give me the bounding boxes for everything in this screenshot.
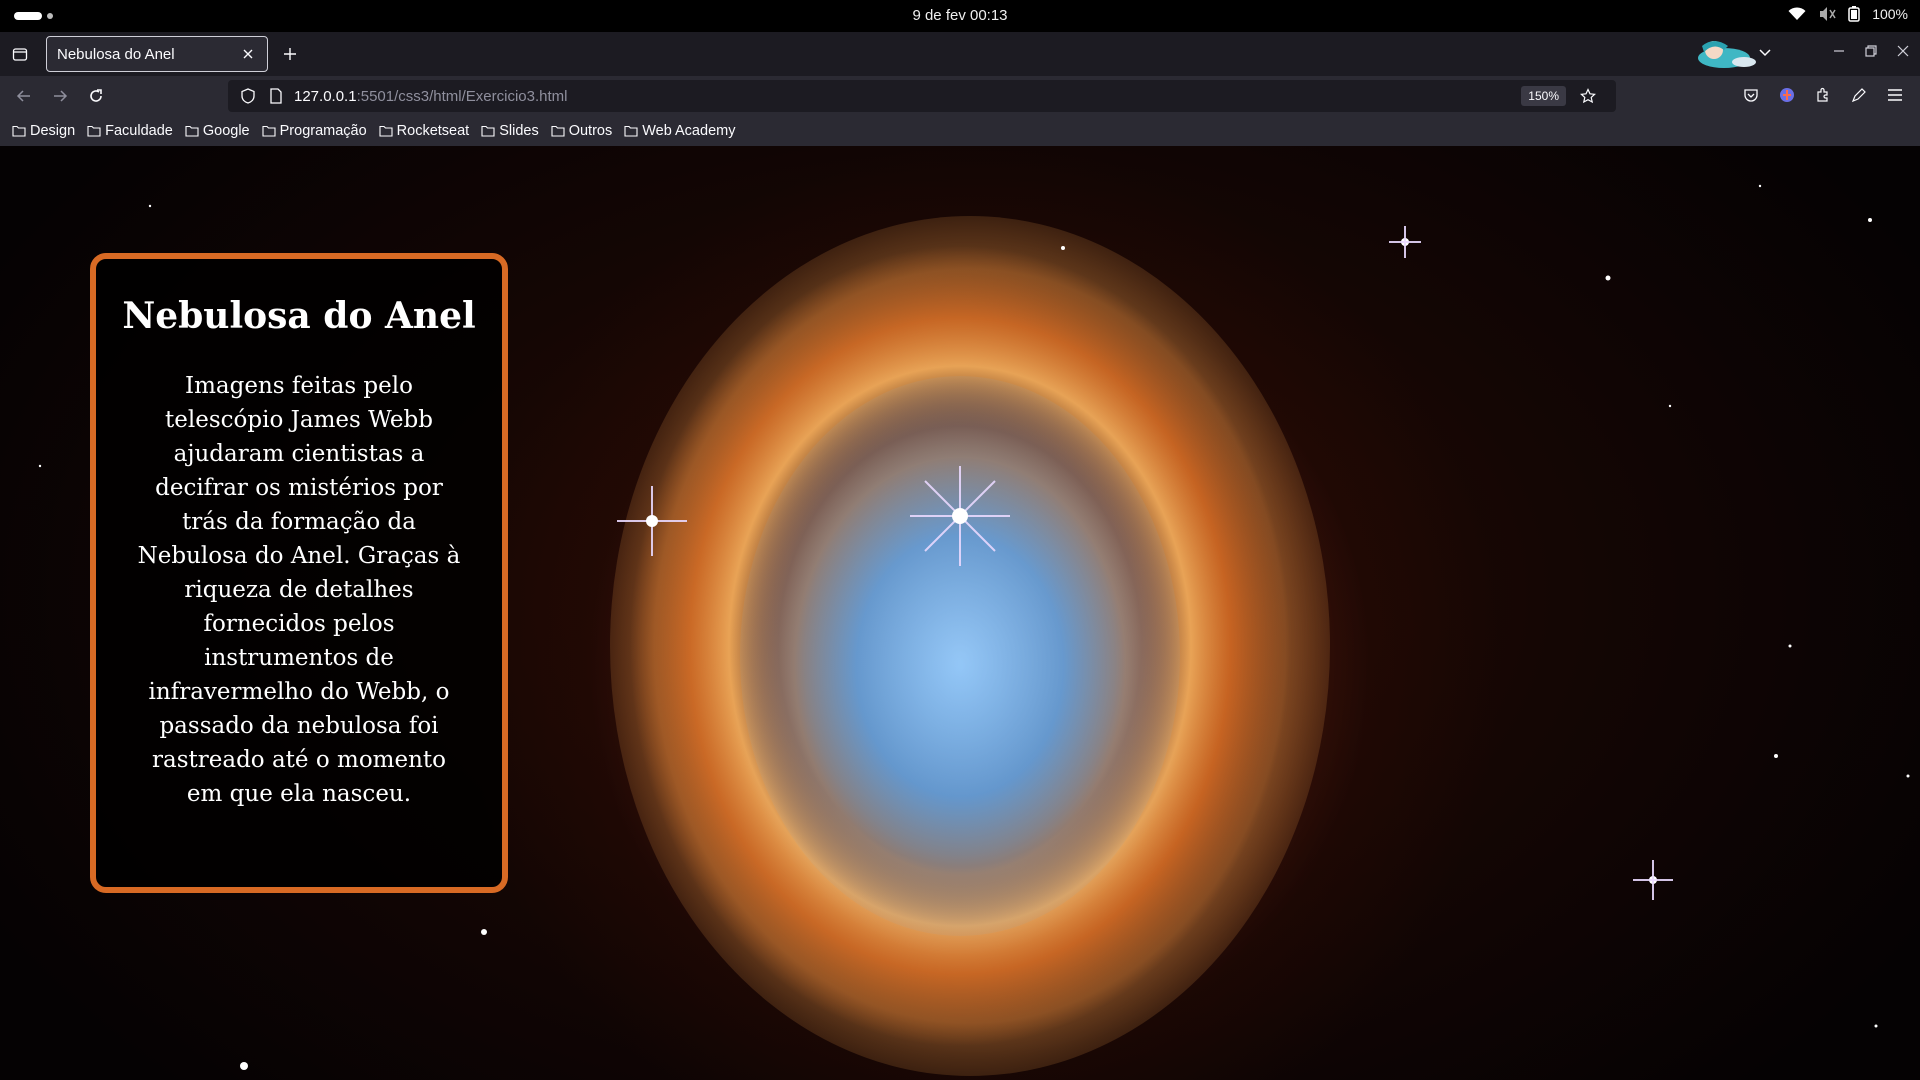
system-top-bar: 9 de fev 00:13 100% bbox=[0, 0, 1920, 32]
url-path: :5501/css3/html/Exercicio3.html bbox=[356, 87, 568, 105]
url-bar[interactable]: 127.0.0.1:5501/css3/html/Exercicio3.html… bbox=[228, 80, 1616, 112]
tab-active[interactable]: Nebulosa do Anel bbox=[46, 36, 268, 72]
card-description: Imagens feitas pelo telescópio James Web… bbox=[137, 373, 461, 807]
shield-icon[interactable] bbox=[238, 86, 258, 106]
folder-icon bbox=[262, 125, 276, 137]
card-title: Nebulosa do Anel bbox=[122, 295, 476, 337]
puzzle-icon[interactable] bbox=[1812, 84, 1834, 106]
page-viewport: Nebulosa do Anel Imagens feitas pelo tel… bbox=[0, 146, 1920, 1080]
bookmark-folder-design[interactable]: Design bbox=[12, 123, 75, 139]
browser-tab-bar: Nebulosa do Anel bbox=[0, 32, 1920, 76]
minimize-icon[interactable] bbox=[1832, 44, 1846, 58]
folder-icon bbox=[551, 125, 565, 137]
back-icon[interactable] bbox=[12, 84, 36, 108]
close-window-icon[interactable] bbox=[1896, 44, 1910, 58]
toolbar-right bbox=[1740, 84, 1906, 106]
folder-icon bbox=[481, 125, 495, 137]
bookmark-folder-slides[interactable]: Slides bbox=[481, 123, 539, 139]
bookmark-folder-programacao[interactable]: Programação bbox=[262, 123, 367, 139]
extension-icon[interactable] bbox=[1776, 84, 1798, 106]
battery-icon[interactable] bbox=[1848, 6, 1860, 22]
folder-icon bbox=[624, 125, 638, 137]
tab-title: Nebulosa do Anel bbox=[57, 45, 175, 63]
bookmark-folder-rocketseat[interactable]: Rocketseat bbox=[379, 123, 469, 139]
window-controls bbox=[1832, 44, 1910, 58]
folder-icon bbox=[379, 125, 393, 137]
bookmark-folder-google[interactable]: Google bbox=[185, 123, 250, 139]
url-host: 127.0.0.1 bbox=[294, 87, 357, 105]
pen-icon[interactable] bbox=[1848, 84, 1870, 106]
system-tray[interactable]: 100% bbox=[1788, 6, 1908, 22]
tab-list-icon[interactable] bbox=[8, 42, 32, 66]
folder-icon bbox=[12, 125, 26, 137]
zoom-level-badge[interactable]: 150% bbox=[1521, 86, 1566, 106]
url-text[interactable]: 127.0.0.1:5501/css3/html/Exercicio3.html bbox=[294, 88, 1521, 105]
wifi-icon[interactable] bbox=[1788, 7, 1806, 21]
bookmark-folder-faculdade[interactable]: Faculdade bbox=[87, 123, 173, 139]
new-tab-icon[interactable] bbox=[278, 42, 302, 66]
forward-icon[interactable] bbox=[48, 84, 72, 108]
system-clock[interactable]: 9 de fev 00:13 bbox=[0, 7, 1920, 24]
info-card: Nebulosa do Anel Imagens feitas pelo tel… bbox=[90, 253, 508, 893]
volume-muted-icon[interactable] bbox=[1818, 6, 1836, 22]
folder-icon bbox=[87, 125, 101, 137]
bookmark-star-icon[interactable] bbox=[1578, 86, 1598, 106]
account-avatar[interactable] bbox=[1694, 36, 1774, 72]
pocket-icon[interactable] bbox=[1740, 84, 1762, 106]
close-tab-icon[interactable] bbox=[239, 45, 257, 63]
page-icon[interactable] bbox=[266, 86, 286, 106]
battery-percentage: 100% bbox=[1872, 6, 1908, 22]
bookmarks-bar: Design Faculdade Google Programação Rock… bbox=[0, 116, 1920, 146]
folder-icon bbox=[185, 125, 199, 137]
bookmark-folder-outros[interactable]: Outros bbox=[551, 123, 612, 139]
restore-icon[interactable] bbox=[1864, 44, 1878, 58]
browser-nav-bar: 127.0.0.1:5501/css3/html/Exercicio3.html… bbox=[0, 76, 1920, 116]
bookmark-folder-web-academy[interactable]: Web Academy bbox=[624, 123, 735, 139]
reload-icon[interactable] bbox=[84, 84, 108, 108]
menu-icon[interactable] bbox=[1884, 84, 1906, 106]
